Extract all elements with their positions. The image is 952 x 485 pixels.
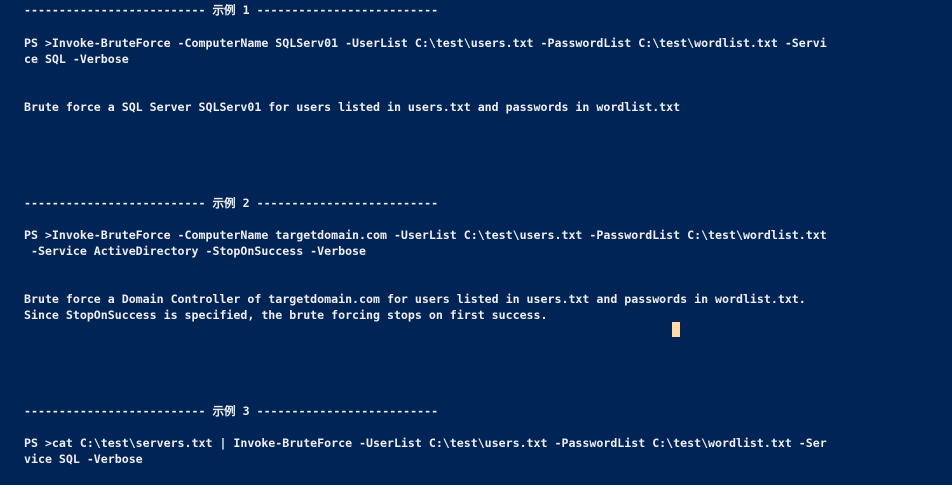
example-2-command-line-1: PS >Invoke-BruteForce -ComputerName targ… [24, 228, 827, 242]
example-2-command-line-2: -Service ActiveDirectory -StopOnSuccess … [24, 244, 367, 258]
example-2-description-line-1: Brute force a Domain Controller of targe… [24, 292, 806, 306]
example-1-description: Brute force a SQL Server SQLServ01 for u… [24, 100, 681, 114]
example-3-command-line-1: PS >cat C:\test\servers.txt | Invoke-Bru… [24, 436, 827, 450]
example-2-header: -------------------------- 示例 2 --------… [24, 196, 439, 210]
example-1-command-line-1: PS >Invoke-BruteForce -ComputerName SQLS… [24, 36, 827, 50]
text-cursor [672, 322, 680, 337]
example-2-description-line-2: Since StopOnSuccess is specified, the br… [24, 308, 548, 322]
example-3-command-line-2: vice SQL -Verbose [24, 452, 143, 466]
example-1-header: -------------------------- 示例 1 --------… [24, 3, 439, 17]
example-1-command-line-2: ce SQL -Verbose [24, 52, 129, 66]
powershell-console[interactable]: -------------------------- 示例 1 --------… [0, 0, 952, 485]
example-3-header: -------------------------- 示例 3 --------… [24, 404, 439, 418]
